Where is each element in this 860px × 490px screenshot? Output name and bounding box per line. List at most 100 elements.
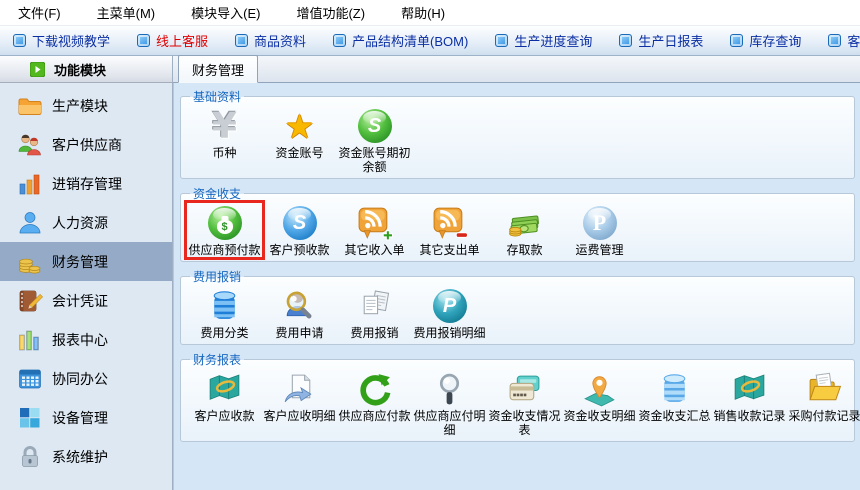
toolbar-online-service[interactable]: 线上客服 xyxy=(137,31,208,50)
report-bars-icon xyxy=(17,327,43,353)
launcher-supplier-prepayment[interactable]: 供应商预付款 xyxy=(187,203,262,257)
toolbar-production-daily-report[interactable]: 生产日报表 xyxy=(619,31,703,50)
launcher-customer-receivables-detail[interactable]: 客户应收明细 xyxy=(262,369,337,437)
feed-plus-icon xyxy=(355,204,395,242)
folder-doc-icon xyxy=(805,370,845,408)
sidebar-item-label: 生产模块 xyxy=(52,96,108,116)
blue-check-square-icon xyxy=(333,34,346,47)
search-person-icon xyxy=(280,287,320,325)
sidebar-item-accounting-voucher[interactable]: 会计凭证 xyxy=(0,281,172,320)
launcher-purchase-payment-record[interactable]: 采购付款记录 xyxy=(787,369,860,437)
launcher-supplier-payables-detail[interactable]: 供应商应付明细 xyxy=(412,369,487,437)
lock-icon xyxy=(17,444,43,470)
refresh-arrow-icon xyxy=(355,370,395,408)
toolbar-item-label: 产品结构清单(BOM) xyxy=(352,31,468,50)
launcher-other-expense-voucher[interactable]: 其它支出单 xyxy=(412,203,487,257)
launcher-expense-reimbursement-detail[interactable]: 费用报销明细 xyxy=(412,286,487,340)
sidebar-header-label: 功能模块 xyxy=(54,60,106,79)
sidebar: 功能模块 生产模块 客户供应商 进销存管理 人力资源 财务管理 xyxy=(0,56,173,490)
launcher-customer-advance-receipt[interactable]: 客户预收款 xyxy=(262,203,337,257)
launcher-customer-receivables[interactable]: 客户应收款 xyxy=(187,369,262,437)
sidebar-item-collaborative-office[interactable]: 协同办公 xyxy=(0,359,172,398)
launcher-expense-category[interactable]: 费用分类 xyxy=(187,286,262,340)
magnifier-icon xyxy=(430,370,470,408)
blue-check-square-icon xyxy=(235,34,248,47)
group-finance-reports: 财务报表 客户应收款 客户应收明细 xyxy=(180,351,855,442)
menu-value-added[interactable]: 增值功能(Z) xyxy=(296,3,365,22)
toolbar-product-info[interactable]: 商品资料 xyxy=(235,31,306,50)
sidebar-item-equipment-management[interactable]: 设备管理 xyxy=(0,398,172,437)
sidebar-item-label: 设备管理 xyxy=(52,408,108,428)
launcher-label: 费用报销 xyxy=(337,326,412,340)
blue-check-square-icon xyxy=(730,34,743,47)
sidebar-item-report-center[interactable]: 报表中心 xyxy=(0,320,172,359)
launcher-sales-receipt-record[interactable]: 销售收款记录 xyxy=(712,369,787,437)
blue-p-ball-icon xyxy=(580,204,620,242)
bar-chart-icon xyxy=(17,171,43,197)
sidebar-item-label: 协同办公 xyxy=(52,369,108,389)
person-icon xyxy=(17,210,43,236)
menu-file[interactable]: 文件(F) xyxy=(18,3,61,22)
launcher-funds-summary[interactable]: 资金收支汇总 xyxy=(637,369,712,437)
sidebar-item-label: 财务管理 xyxy=(52,252,108,272)
launcher-supplier-payables[interactable]: 供应商应付款 xyxy=(337,369,412,437)
blue-check-square-icon xyxy=(137,34,150,47)
money-bag-ball-icon xyxy=(205,204,245,242)
sidebar-item-production-module[interactable]: 生产模块 xyxy=(0,86,172,125)
launcher-label: 资金收支明细 xyxy=(562,409,637,423)
launcher-deposit-withdrawal[interactable]: 存取款 xyxy=(487,203,562,257)
launcher-label: 其它收入单 xyxy=(337,243,412,257)
documents-icon xyxy=(355,287,395,325)
sidebar-item-human-resources[interactable]: 人力资源 xyxy=(0,203,172,242)
launcher-expense-reimbursement[interactable]: 费用报销 xyxy=(337,286,412,340)
map-icon xyxy=(205,370,245,408)
toolbar-download-video-tutorial[interactable]: 下载视频教学 xyxy=(13,31,110,50)
cards-icon xyxy=(505,370,545,408)
currency-yen-icon xyxy=(205,107,245,145)
sidebar-item-system-maintenance[interactable]: 系统维护 xyxy=(0,437,172,476)
launcher-label: 资金账号 xyxy=(262,146,337,160)
launcher-label: 销售收款记录 xyxy=(712,409,787,423)
launcher-label: 客户应收明细 xyxy=(262,409,337,423)
map-pin-icon xyxy=(580,370,620,408)
toolbar-production-progress-query[interactable]: 生产进度查询 xyxy=(495,31,592,50)
sidebar-item-customer-supplier[interactable]: 客户供应商 xyxy=(0,125,172,164)
folder-icon xyxy=(17,93,43,119)
launcher-funds-account[interactable]: 资金账号 xyxy=(262,106,337,174)
toolbar-item-label: 商品资料 xyxy=(254,31,306,50)
sidebar-items: 生产模块 客户供应商 进销存管理 人力资源 财务管理 会计凭证 xyxy=(0,83,172,476)
sidebar-item-finance-management[interactable]: 财务管理 xyxy=(0,242,172,281)
launcher-funds-detail[interactable]: 资金收支明细 xyxy=(562,369,637,437)
menu-module-import[interactable]: 模块导入(E) xyxy=(191,3,260,22)
toolbar-item-label: 生产日报表 xyxy=(638,31,703,50)
toolbar-inventory-query[interactable]: 库存查询 xyxy=(730,31,801,50)
launcher-label: 采购付款记录 xyxy=(787,409,860,423)
tab-finance-management[interactable]: 财务管理 xyxy=(178,55,258,83)
sidebar-header-function-modules[interactable]: 功能模块 xyxy=(0,56,172,83)
launcher-label: 资金收支汇总 xyxy=(637,409,712,423)
toolbar-item-label: 下载视频教学 xyxy=(32,31,110,50)
toolbar-item-label: 线上客服 xyxy=(156,31,208,50)
launcher-label: 供应商应付款 xyxy=(337,409,412,423)
launcher-freight-management[interactable]: 运费管理 xyxy=(562,203,637,257)
launcher-label: 客户应收款 xyxy=(187,409,262,423)
launcher-funds-statement[interactable]: 资金收支情况表 xyxy=(487,369,562,437)
toolbar-customer-receivable[interactable]: 客户应收 xyxy=(828,31,860,50)
launcher-other-income-voucher[interactable]: 其它收入单 xyxy=(337,203,412,257)
group-funds-in-out: 资金收支 供应商预付款 客户预收款 其它收入单 xyxy=(180,185,855,262)
launcher-funds-account-opening-balance[interactable]: 资金账号期初余额 xyxy=(337,106,412,174)
menu-help[interactable]: 帮助(H) xyxy=(401,3,445,22)
launcher-currency-type[interactable]: 币种 xyxy=(187,106,262,174)
toolbar-bom[interactable]: 产品结构清单(BOM) xyxy=(333,31,468,50)
main-area: 财务管理 基础资料 币种 资金账号 资金账号期初余额 xyxy=(173,56,860,490)
group-title: 资金收支 xyxy=(190,185,244,202)
menu-main-menu[interactable]: 主菜单(M) xyxy=(97,3,156,22)
toolbar: 下载视频教学 线上客服 商品资料 产品结构清单(BOM) 生产进度查询 生产日报… xyxy=(0,25,860,56)
teal-p-ball-icon xyxy=(430,287,470,325)
sidebar-item-inventory-management[interactable]: 进销存管理 xyxy=(0,164,172,203)
sidebar-item-label: 客户供应商 xyxy=(52,135,122,155)
launcher-label: 存取款 xyxy=(487,243,562,257)
launcher-expense-application[interactable]: 费用申请 xyxy=(262,286,337,340)
banknotes-icon xyxy=(505,204,545,242)
launcher-label: 币种 xyxy=(187,146,262,160)
